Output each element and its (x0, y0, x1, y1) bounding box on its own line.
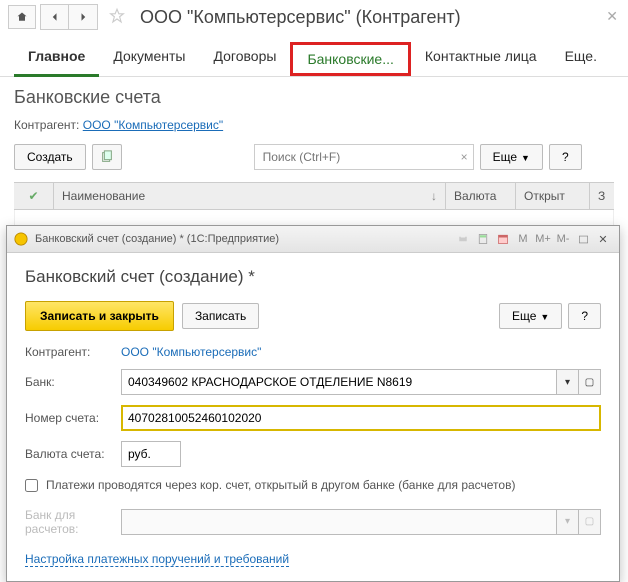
search-input[interactable] (254, 144, 474, 170)
dialog-titlebar[interactable]: Банковский счет (создание) * (1С:Предпри… (7, 226, 619, 253)
tab-contracts[interactable]: Договоры (200, 42, 291, 76)
column-name[interactable]: Наименование↓ (54, 183, 446, 209)
save-close-button[interactable]: Записать и закрыть (25, 301, 174, 331)
tb-calendar-icon[interactable] (493, 230, 513, 248)
column-open[interactable]: Открыт (516, 183, 590, 209)
app-icon (13, 231, 29, 247)
tab-contacts[interactable]: Контактные лица (411, 42, 551, 76)
form-account-label: Номер счета: (25, 411, 121, 425)
settlement-bank-input (121, 509, 557, 535)
help-button[interactable]: ? (549, 144, 582, 170)
forward-button[interactable] (69, 5, 97, 29)
account-input[interactable] (121, 405, 601, 431)
tb-mminus-button[interactable]: M- (553, 230, 573, 248)
home-button[interactable] (8, 5, 36, 29)
dialog-help-button[interactable]: ? (568, 303, 601, 329)
back-button[interactable] (41, 5, 69, 29)
chevron-down-icon: ▾ (565, 516, 570, 527)
tb-calc-icon[interactable] (473, 230, 493, 248)
more-button[interactable]: Еще▼ (480, 144, 543, 170)
open-icon: ▢ (585, 377, 594, 388)
tabs: Главное Документы Договоры Банковские...… (0, 34, 628, 77)
tb-mplus-button[interactable]: M+ (533, 230, 553, 248)
arrow-right-icon (77, 11, 89, 23)
form-counterparty-label: Контрагент: (25, 345, 121, 359)
home-icon (16, 11, 28, 23)
dialog-title: Банковский счет (создание) * (25, 267, 601, 287)
tb-m-button[interactable]: M (513, 230, 533, 248)
dialog-close-button[interactable]: ✕ (593, 230, 613, 248)
bank-open-button[interactable]: ▢ (579, 369, 601, 395)
payment-settings-link[interactable]: Настройка платежных поручений и требован… (25, 552, 289, 567)
chevron-down-icon: ▼ (540, 312, 549, 322)
save-button[interactable]: Записать (182, 303, 259, 329)
settlement-bank-dropdown: ▾ (557, 509, 579, 535)
chevron-down-icon: ▼ (521, 153, 530, 163)
chevron-down-icon: ▾ (565, 377, 570, 388)
form-currency-label: Валюта счета: (25, 447, 121, 461)
column-currency[interactable]: Валюта (446, 183, 516, 209)
table-header: ✔ Наименование↓ Валюта Открыт З (14, 182, 614, 210)
tab-documents[interactable]: Документы (99, 42, 199, 76)
sort-icon: ↓ (431, 189, 437, 203)
bank-dropdown-button[interactable]: ▾ (557, 369, 579, 395)
counterparty-link[interactable]: ООО "Компьютерсервис" (83, 118, 223, 132)
tab-more[interactable]: Еще. (551, 42, 611, 76)
column-check[interactable]: ✔ (14, 183, 54, 209)
settlement-bank-label: Банк для расчетов: (25, 508, 121, 536)
arrow-left-icon (49, 11, 61, 23)
cor-account-label: Платежи проводятся через кор. счет, откр… (46, 477, 515, 494)
settlement-bank-open: ▢ (579, 509, 601, 535)
form-bank-label: Банк: (25, 375, 121, 389)
tab-bank[interactable]: Банковские... (290, 42, 410, 76)
check-icon: ✔ (28, 189, 38, 203)
favorite-icon[interactable] (108, 7, 126, 28)
currency-input[interactable] (121, 441, 181, 467)
column-extra[interactable]: З (590, 183, 614, 209)
search-clear[interactable]: × (461, 150, 468, 164)
dialog-titlebar-text: Банковский счет (создание) * (1С:Предпри… (35, 233, 279, 245)
bank-input[interactable] (121, 369, 557, 395)
tb-print-icon[interactable] (453, 230, 473, 248)
copy-icon (100, 150, 114, 164)
tb-window-icon[interactable] (573, 230, 593, 248)
counterparty-label: Контрагент: (14, 118, 79, 132)
section-title: Банковские счета (0, 77, 628, 114)
form-counterparty-value[interactable]: ООО "Компьютерсервис" (121, 345, 601, 359)
dialog-create-bank-account: Банковский счет (создание) * (1С:Предпри… (6, 225, 620, 582)
cor-account-checkbox[interactable] (25, 479, 38, 492)
tab-main[interactable]: Главное (14, 42, 99, 77)
dialog-more-button[interactable]: Еще▼ (499, 303, 562, 329)
open-icon: ▢ (585, 516, 594, 527)
copy-button[interactable] (92, 144, 122, 170)
page-title: ООО "Компьютерсервис" (Контрагент) (140, 7, 461, 28)
close-button[interactable]: ✕ (606, 8, 618, 25)
create-button[interactable]: Создать (14, 144, 86, 170)
